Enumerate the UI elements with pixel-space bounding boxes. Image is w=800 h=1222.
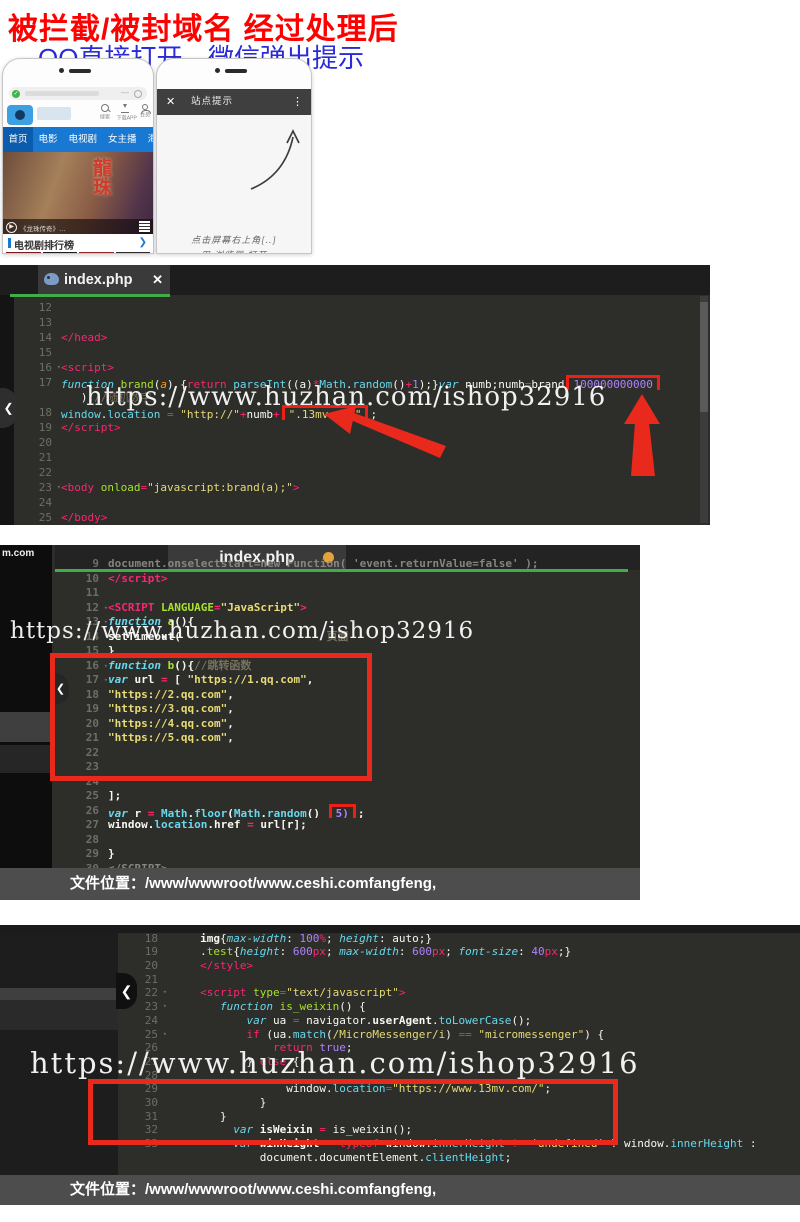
- play-icon[interactable]: ▶: [6, 222, 17, 233]
- ranking-row[interactable]: 电视剧排行榜 ❯: [3, 234, 153, 252]
- speaker-slot: [69, 69, 91, 73]
- php-file-icon: [44, 273, 59, 285]
- red-highlight-box-redirect: [88, 1079, 618, 1145]
- search-shortcut[interactable]: 搜索: [95, 104, 115, 121]
- active-tab-underline: [55, 569, 628, 572]
- code-row: 18 img{max-width: 100%; height: auto;}: [118, 932, 800, 946]
- wechat-titlebar: ✕ 站点提示 ⋮: [157, 89, 311, 115]
- code-row: 19 .test{height: 600px; max-width: 600px…: [118, 945, 800, 959]
- panel-row: [0, 1000, 118, 1030]
- code-row: 12▾<SCRIPT LANGUAGE="JavaScript">: [52, 601, 636, 616]
- poster-thumbnails: [3, 252, 153, 254]
- code-row: 20 </style>: [118, 959, 800, 973]
- code-row: 24: [14, 495, 698, 510]
- phone-wechat-prompt: ✕ 站点提示 ⋮ 点击屏幕右上角[..] 用 浏览器 打开 发送给朋友 分享到朋: [156, 58, 312, 254]
- sidebar-collapse-handle[interactable]: ❮: [0, 388, 17, 428]
- ranking-title: 电视剧排行榜: [14, 237, 74, 252]
- red-arrow-to-number: [602, 392, 686, 478]
- cropped-text-fragment: m.com: [2, 548, 34, 559]
- close-icon[interactable]: ✕: [166, 89, 175, 115]
- code-row: 24 var ua = navigator.userAgent.toLowerC…: [118, 1014, 800, 1028]
- user-icon: [142, 104, 148, 110]
- speaker-slot: [225, 69, 247, 73]
- code-row: 22▾ <script type="text/javascript">: [118, 986, 800, 1000]
- code-row: 25</body>: [14, 510, 698, 525]
- page: 被拦截/被封域名 经过处理后 QQ直接打开 微信弹出提示 ✓ — 搜索 下载AP…: [0, 0, 800, 1222]
- red-arrow-to-domain: [318, 402, 450, 460]
- secure-badge-icon: ✓: [12, 90, 20, 98]
- ranking-accent-bar: [8, 238, 11, 248]
- code-row: 23▾<body onload="javascript:brand(a);">: [14, 480, 698, 495]
- site-nav: 首页 电影 电视剧 女主播 海外影: [3, 127, 153, 152]
- watermark-text: https://www.huzhan.com/ishop32916: [10, 618, 474, 644]
- chevron-right-icon: ❯: [139, 237, 147, 248]
- download-app-shortcut[interactable]: 下载APP: [115, 104, 135, 122]
- titlebar-label: 站点提示: [191, 89, 233, 115]
- red-highlight-box-urls: [50, 653, 372, 781]
- prompt-body: 点击屏幕右上角[..] 用 浏览器 打开 发送给朋友 分享到朋友圈 收藏: [157, 115, 311, 253]
- download-icon: [121, 104, 129, 113]
- watermark-text: https://www.huzhan.com/ishop32916: [30, 1046, 640, 1080]
- left-panel: [0, 545, 52, 900]
- minimize-icon: —: [121, 88, 129, 97]
- qr-code: [139, 221, 150, 232]
- code-row: 25];: [52, 789, 636, 804]
- panel-row: [0, 988, 118, 1000]
- code-row: 27window.location.href = url[r];: [52, 818, 636, 833]
- code-row: 29}: [52, 847, 636, 862]
- code-row: 22: [14, 465, 698, 480]
- panel-row: [0, 712, 52, 742]
- code-row: 26var r = Math.floor(Math.random() 5);: [52, 804, 636, 819]
- banner-caption-strip: ▶ 《龙珠传奇》…: [3, 219, 153, 234]
- camera-dot: [59, 68, 64, 73]
- camera-dot: [215, 68, 220, 73]
- nav-item-movies[interactable]: 电影: [33, 127, 63, 152]
- url-placeholder: [25, 91, 99, 96]
- banner-title: 龍珠: [87, 158, 114, 196]
- code-row: 14</head>: [14, 330, 698, 345]
- nav-item-overseas[interactable]: 海外影: [142, 127, 153, 152]
- code-row: 16▾<script>: [14, 360, 698, 375]
- code-row: document.documentElement.clientHeight;: [118, 1151, 800, 1165]
- tab-bar: index.php ✕: [0, 265, 710, 295]
- scrollbar[interactable]: [700, 296, 708, 523]
- sidebar-collapse-handle[interactable]: ❮: [116, 973, 137, 1009]
- code-row: 23▾ function is_weixin() {: [118, 1000, 800, 1014]
- code-row: 28: [52, 833, 636, 848]
- panel-row: [0, 745, 52, 773]
- code-row: 11: [52, 586, 636, 601]
- more-icon[interactable]: ⋮: [292, 89, 303, 115]
- drama-banner[interactable]: 龍珠 ▶ 《龙珠传奇》…: [3, 152, 153, 234]
- file-location-bar: 文件位置：/www/wwwroot/www.ceshi.comfangfeng,: [0, 868, 640, 900]
- open-in-browser-tip: 点击屏幕右上角[..] 用 浏览器 打开: [157, 233, 311, 254]
- phone-qq-browser: ✓ — 搜索 下载APP 会员 首页 电影 电视剧 女主播 海外影 龍珠: [2, 58, 154, 254]
- code-row: 15: [14, 345, 698, 360]
- code-row: 25▾ if (ua.match(/MicroMessenger/i) == "…: [118, 1028, 800, 1042]
- refresh-icon[interactable]: [134, 90, 142, 98]
- tab-index-php[interactable]: index.php ✕: [38, 265, 170, 295]
- tab-close-icon[interactable]: ✕: [152, 265, 163, 295]
- file-location-bar: 文件位置：/www/wwwroot/www.ceshi.comfangfeng,: [0, 1175, 800, 1205]
- cropped-top-edge: [0, 925, 800, 933]
- nav-item-anchor[interactable]: 女主播: [103, 127, 143, 152]
- nav-item-home[interactable]: 首页: [3, 127, 33, 152]
- curved-arrow: [245, 127, 305, 193]
- banner-caption: 《龙珠传奇》…: [20, 223, 66, 233]
- search-icon: [101, 104, 109, 112]
- code-row: 10</script>: [52, 572, 636, 587]
- active-tab-underline: [10, 294, 170, 297]
- logo-placeholder: [37, 107, 71, 120]
- address-bar[interactable]: ✓ —: [9, 87, 147, 100]
- member-shortcut[interactable]: 会员: [135, 104, 154, 119]
- code-row: 21: [118, 973, 800, 987]
- site-logo[interactable]: [7, 105, 33, 125]
- nav-item-tv[interactable]: 电视剧: [63, 127, 103, 152]
- code-row: 12: [14, 300, 698, 315]
- code-row: 13: [14, 315, 698, 330]
